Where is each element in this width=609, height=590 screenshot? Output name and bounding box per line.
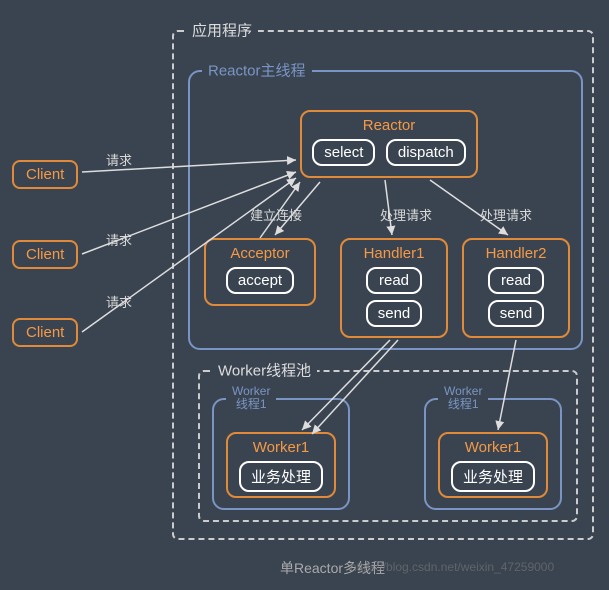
req-label-1: 请求 [106,150,132,169]
handle-label-2: 处理请求 [480,205,532,224]
handler2-read: read [488,267,544,294]
watermark: https://blog.csdn.net/weixin_47259000 [350,560,554,574]
handler1-box: Handler1 read send [340,238,448,338]
dispatch-pill: dispatch [386,139,466,166]
handler1-title: Handler1 [342,240,446,265]
establish-label: 建立连接 [250,205,302,224]
worker1-left-task: 业务处理 [239,461,323,492]
acceptor-box: Acceptor accept [204,238,316,306]
reactor-thread-title: Reactor主线程 [202,60,312,81]
worker1-box-right: Worker1 业务处理 [438,432,548,498]
handler2-title: Handler2 [464,240,568,265]
app-title: 应用程序 [186,20,258,41]
client-3: Client [12,318,78,347]
handler2-box: Handler2 read send [462,238,570,338]
reactor-title: Reactor [302,112,476,137]
client-1: Client [12,160,78,189]
accept-pill: accept [226,267,294,294]
worker-thread1-title: Worker 线程1 [226,385,276,411]
worker1-left-title: Worker1 [228,434,334,459]
req-label-3: 请求 [106,292,132,311]
worker1-right-task: 业务处理 [451,461,535,492]
handler2-send: send [488,300,545,327]
reactor-box: Reactor select dispatch [300,110,478,178]
select-pill: select [312,139,375,166]
worker-thread2-title: Worker 线程1 [438,385,488,411]
req-label-2: 请求 [106,230,132,249]
handler1-send: send [366,300,423,327]
worker-pool-title: Worker线程池 [212,360,317,381]
worker1-box-left: Worker1 业务处理 [226,432,336,498]
worker1-right-title: Worker1 [440,434,546,459]
handler1-read: read [366,267,422,294]
client-2: Client [12,240,78,269]
acceptor-title: Acceptor [206,240,314,265]
handle-label-1: 处理请求 [380,205,432,224]
